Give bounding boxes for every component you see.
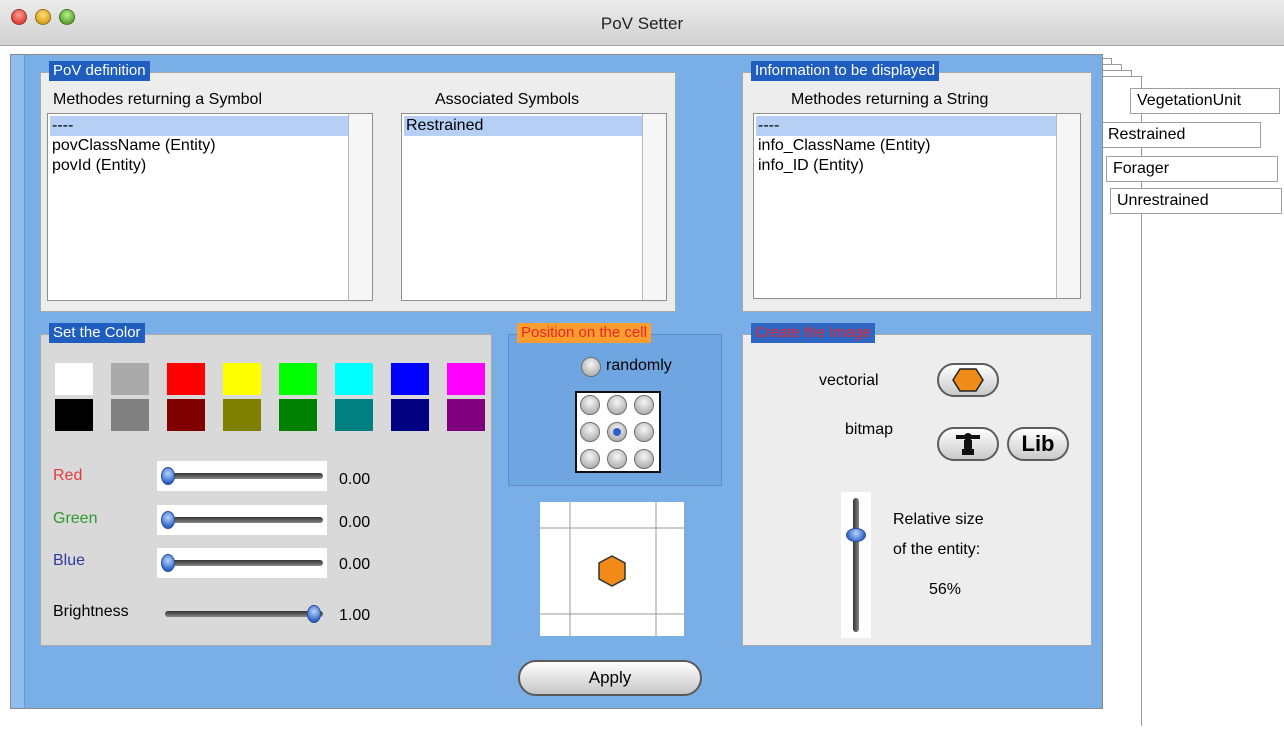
- green-slider-knob[interactable]: [161, 511, 175, 529]
- position-group: Position on the cell randomly: [508, 323, 722, 486]
- slider-track: [165, 560, 323, 566]
- bitmap-label: bitmap: [845, 421, 894, 438]
- position-top-right-radio[interactable]: [634, 395, 654, 415]
- randomly-label: randomly: [606, 357, 672, 374]
- green-value: 0.00: [339, 514, 371, 531]
- list-item[interactable]: ----: [50, 116, 348, 136]
- library-button[interactable]: Lib: [1007, 427, 1069, 461]
- entity-hexagon-preview: [598, 555, 626, 587]
- light-swatch-2[interactable]: [111, 363, 149, 395]
- brightness-slider[interactable]: [157, 599, 327, 629]
- symbol-methods-list[interactable]: ---- povClassName (Entity) povId (Entity…: [47, 113, 373, 301]
- string-methods-label: Methodes returning a String: [791, 91, 989, 108]
- window-titlebar: PoV Setter: [0, 0, 1284, 46]
- list-item[interactable]: info_ID (Entity): [756, 156, 864, 176]
- image-group: Create the Image vectorial bitmap Lib Re…: [742, 323, 1092, 646]
- position-bottom-center-radio[interactable]: [607, 449, 627, 469]
- dark-swatch-7[interactable]: [391, 399, 429, 431]
- brightness-slider-knob[interactable]: [307, 605, 321, 623]
- light-swatch-1[interactable]: [55, 363, 93, 395]
- tab-forager[interactable]: Forager: [1106, 156, 1278, 182]
- relative-size-value: 56%: [929, 581, 962, 598]
- associated-symbols-label: Associated Symbols: [435, 91, 580, 108]
- green-slider[interactable]: [157, 505, 327, 535]
- light-swatch-3[interactable]: [167, 363, 205, 395]
- position-bottom-right-radio[interactable]: [634, 449, 654, 469]
- vectorial-shape-button[interactable]: [937, 363, 999, 397]
- information-group: Information to be displayed Methodes ret…: [742, 61, 1092, 312]
- list-item[interactable]: Restrained: [404, 116, 642, 136]
- hexagon-icon: [952, 368, 984, 392]
- light-swatch-6[interactable]: [335, 363, 373, 395]
- pov-definition-title: PoV definition: [49, 61, 150, 81]
- bitmap-figure-button[interactable]: [937, 427, 999, 461]
- dark-swatch-2[interactable]: [111, 399, 149, 431]
- red-slider[interactable]: [157, 461, 327, 491]
- dark-swatch-4[interactable]: [223, 399, 261, 431]
- randomly-radio[interactable]: [581, 357, 601, 377]
- light-swatch-8[interactable]: [447, 363, 485, 395]
- position-top-center-radio[interactable]: [607, 395, 627, 415]
- slider-track: [853, 498, 859, 632]
- relative-size-slider-knob[interactable]: [846, 528, 866, 542]
- scrollbar[interactable]: [348, 114, 372, 300]
- image-group-title: Create the Image: [751, 323, 875, 343]
- slider-track: [165, 517, 323, 523]
- dark-swatch-8[interactable]: [447, 399, 485, 431]
- list-item[interactable]: ----: [756, 116, 1056, 136]
- pov-definition-group: PoV definition Methodes returning a Symb…: [40, 61, 676, 312]
- position-middle-right-radio[interactable]: [634, 422, 654, 442]
- information-title: Information to be displayed: [751, 61, 940, 81]
- position-top-left-radio[interactable]: [580, 395, 600, 415]
- tab-restrained[interactable]: Restrained: [1101, 122, 1261, 148]
- blue-slider-knob[interactable]: [161, 554, 175, 572]
- red-label: Red: [53, 467, 83, 484]
- dark-swatch-5[interactable]: [279, 399, 317, 431]
- position-grid: [575, 391, 661, 473]
- relative-size-slider[interactable]: [841, 492, 871, 638]
- list-item[interactable]: info_ClassName (Entity): [756, 136, 931, 156]
- light-swatch-4[interactable]: [223, 363, 261, 395]
- figure-icon: [956, 433, 980, 455]
- light-swatch-7[interactable]: [391, 363, 429, 395]
- brightness-label: Brightness: [53, 603, 129, 620]
- color-group-title: Set the Color: [49, 323, 145, 343]
- window-title: PoV Setter: [600, 14, 684, 33]
- slider-track: [165, 473, 323, 479]
- relative-size-label-2: of the entity:: [893, 541, 981, 558]
- slider-track: [165, 611, 323, 617]
- light-swatch-5[interactable]: [279, 363, 317, 395]
- apply-button[interactable]: Apply: [518, 660, 702, 696]
- red-slider-knob[interactable]: [161, 467, 175, 485]
- scrollbar[interactable]: [642, 114, 666, 300]
- blue-label: Blue: [53, 552, 86, 569]
- associated-symbols-list[interactable]: Restrained: [401, 113, 667, 301]
- tab-unrestrained[interactable]: Unrestrained: [1110, 188, 1282, 214]
- scrollbar[interactable]: [1056, 114, 1080, 298]
- dark-swatch-1[interactable]: [55, 399, 93, 431]
- tab-vegetationunit[interactable]: VegetationUnit: [1130, 88, 1280, 114]
- dark-swatch-3[interactable]: [167, 399, 205, 431]
- string-methods-list[interactable]: ---- info_ClassName (Entity) info_ID (En…: [753, 113, 1081, 299]
- list-item[interactable]: povId (Entity): [50, 156, 146, 176]
- relative-size-label-1: Relative size: [893, 511, 984, 528]
- position-middle-left-radio[interactable]: [580, 422, 600, 442]
- list-item[interactable]: povClassName (Entity): [50, 136, 216, 156]
- blue-slider[interactable]: [157, 548, 327, 578]
- lib-label: Lib: [1021, 431, 1055, 456]
- vectorial-label: vectorial: [819, 372, 879, 389]
- red-value: 0.00: [339, 471, 371, 488]
- position-center-radio[interactable]: [607, 422, 627, 442]
- cell-preview-grid: [540, 502, 684, 636]
- color-group: Set the Color Red 0.00 Green 0.00 Blue 0…: [40, 323, 492, 646]
- position-bottom-left-radio[interactable]: [580, 449, 600, 469]
- blue-value: 0.00: [339, 556, 371, 573]
- card-edge: [11, 55, 25, 708]
- green-label: Green: [53, 510, 98, 527]
- position-group-title: Position on the cell: [517, 323, 651, 343]
- symbol-methods-label: Methodes returning a Symbol: [53, 91, 262, 108]
- dark-swatch-6[interactable]: [335, 399, 373, 431]
- brightness-value: 1.00: [339, 607, 371, 624]
- cell-preview: [540, 502, 684, 636]
